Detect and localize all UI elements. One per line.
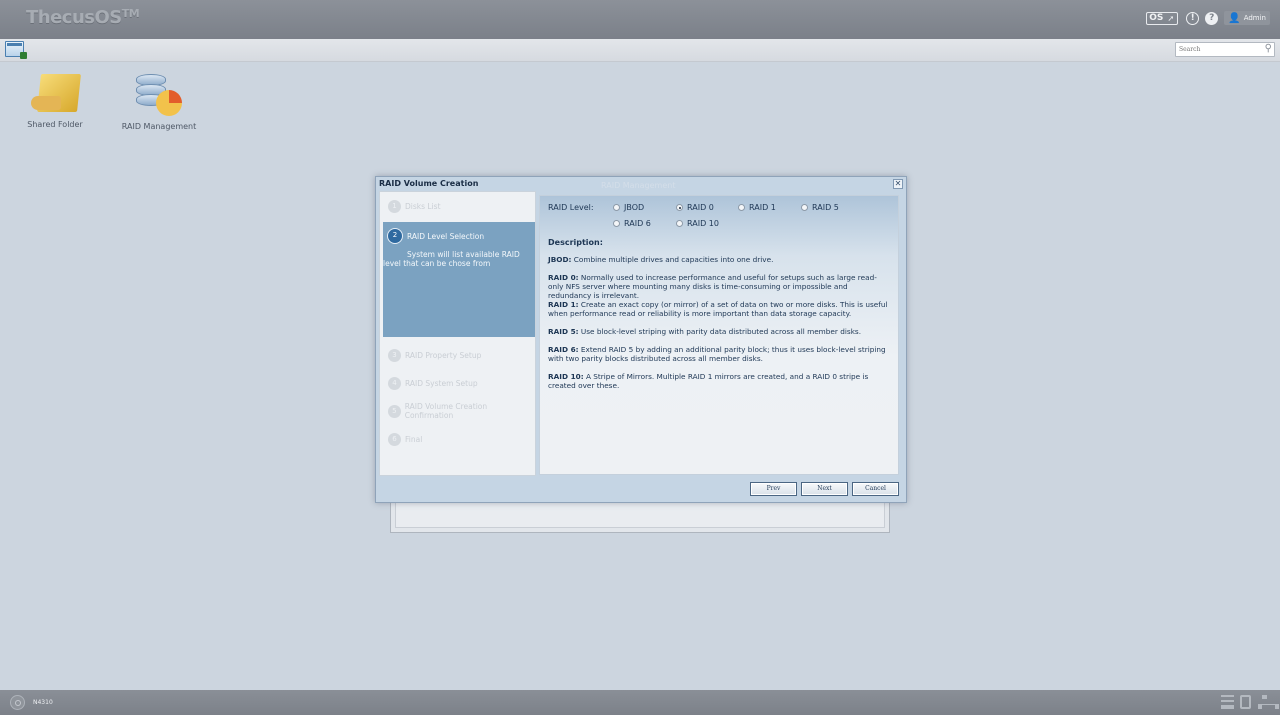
admin-label: Admin: [1243, 14, 1266, 22]
step-raid-volume-creation-confirmation: 5 RAID Volume Creation Confirmation: [380, 401, 535, 421]
top-bar: ThecusOSTM OS ➚ ! ? 👤 Admin: [0, 0, 1280, 39]
step-raid-system-setup: 4 RAID System Setup: [380, 373, 535, 393]
description-raid-6: RAID 6: Extend RAID 5 by adding an addit…: [548, 345, 886, 363]
description-title: Description:: [548, 238, 603, 247]
description-raid-0: RAID 0: Normally used to increase perfor…: [548, 273, 877, 300]
radio-dot: [738, 204, 745, 211]
step-label: Final: [405, 434, 423, 444]
wizard-steps: 1 Disks List 2 RAID Level Selection Syst…: [379, 191, 536, 476]
shared-folder-icon: [31, 72, 81, 116]
radio-raid-6[interactable]: RAID 6: [613, 219, 651, 228]
storage-list-icon[interactable]: [1221, 695, 1234, 709]
search-box: ⚲: [1175, 42, 1275, 57]
radio-raid-5[interactable]: RAID 5: [801, 203, 839, 212]
document-icon[interactable]: [1240, 695, 1251, 709]
cancel-button[interactable]: Cancel: [852, 482, 899, 496]
search-input[interactable]: [1176, 43, 1256, 56]
dialog-title: RAID Volume Creation: [379, 179, 479, 188]
taskbar: N4310: [0, 690, 1280, 715]
shared-folder-shortcut[interactable]: Shared Folder: [10, 72, 100, 129]
power-icon[interactable]: [10, 695, 25, 710]
desktop-switch-icon[interactable]: [5, 41, 27, 59]
close-button[interactable]: ✕: [893, 179, 903, 189]
description-raid-1: RAID 1: Create an exact copy (or mirror)…: [548, 300, 888, 318]
radio-dot: [801, 204, 808, 211]
network-icon[interactable]: [1258, 695, 1279, 709]
help-icon[interactable]: ?: [1205, 11, 1219, 25]
raid-management-shortcut[interactable]: RAID Management: [114, 72, 204, 131]
model-name: N4310: [33, 699, 53, 706]
description-jbod: JBOD: Combine multiple drives and capaci…: [548, 255, 774, 264]
arrow-icon: ➚: [1167, 13, 1175, 23]
desktop-toolbar: ⚲: [0, 39, 1280, 62]
radio-raid-0[interactable]: RAID 0: [676, 203, 714, 212]
step-number: 1: [388, 199, 401, 213]
info-icon[interactable]: !: [1186, 11, 1200, 25]
step-number: 6: [388, 432, 401, 446]
step-label: RAID System Setup: [405, 378, 478, 388]
shared-folder-label: Shared Folder: [27, 120, 83, 129]
prev-button[interactable]: Prev: [750, 482, 797, 496]
raid-level-panel: RAID Level: JBOD RAID 0 RAID 1 RAID 5 RA…: [539, 195, 899, 475]
radio-dot: [676, 220, 683, 227]
user-icon: 👤: [1228, 12, 1241, 24]
step-label: Disks List: [405, 201, 441, 211]
raid-management-label: RAID Management: [121, 122, 197, 131]
step-raid-property-setup: 3 RAID Property Setup: [380, 345, 535, 365]
step-label: RAID Volume Creation Confirmation: [404, 402, 488, 420]
description-raid-5: RAID 5: Use block-level striping with pa…: [548, 327, 862, 336]
radio-jbod[interactable]: JBOD: [613, 203, 644, 212]
step-number: 3: [388, 348, 401, 362]
close-icon: ✕: [894, 179, 902, 188]
description-raid-10: RAID 10: A Stripe of Mirrors. Multiple R…: [548, 372, 869, 390]
step-label: RAID Property Setup: [405, 350, 482, 360]
search-icon[interactable]: ⚲: [1265, 43, 1272, 54]
step-number: 5: [388, 404, 401, 418]
step-number: 2: [387, 228, 403, 244]
step-disks-list: 1 Disks List: [380, 196, 535, 216]
step-label: RAID Level Selection: [407, 231, 485, 241]
step-description: System will list available RAID level th…: [383, 250, 520, 268]
step-number: 4: [388, 376, 401, 390]
raid-management-window: [390, 500, 890, 533]
step-raid-level-selection: 2 RAID Level Selection System will list …: [383, 222, 535, 337]
raid-volume-creation-dialog: RAID Volume Creation RAID Management ✕ 1…: [375, 176, 907, 503]
raid-level-label: RAID Level:: [548, 203, 594, 212]
radio-dot: [613, 220, 620, 227]
radio-raid-1[interactable]: RAID 1: [738, 203, 776, 212]
radio-raid-10[interactable]: RAID 10: [676, 219, 719, 228]
top-tools: OS ➚ ! ? 👤 Admin: [1146, 11, 1270, 25]
raid-management-icon: [134, 72, 184, 118]
os-menu-button[interactable]: OS ➚: [1146, 11, 1179, 25]
radio-dot: [613, 204, 620, 211]
background-window-title: RAID Management: [601, 181, 676, 190]
admin-menu-button[interactable]: 👤 Admin: [1224, 11, 1270, 25]
step-final: 6 Final: [380, 429, 535, 449]
next-button[interactable]: Next: [801, 482, 848, 496]
radio-dot-selected: [676, 204, 683, 211]
brand-logo: ThecusOSTM: [26, 7, 140, 28]
